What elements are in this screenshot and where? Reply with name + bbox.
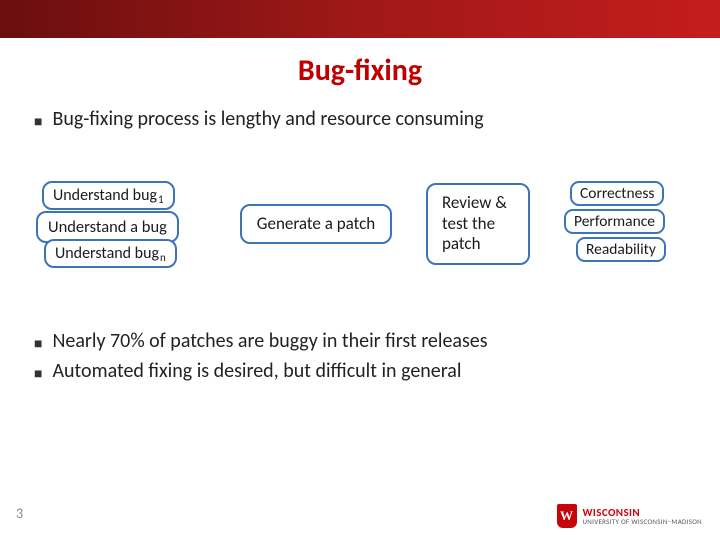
bullet-icon: ■: [34, 335, 42, 352]
bullet-bottom-1: ■ Nearly 70% of patches are buggy in the…: [34, 329, 686, 353]
shield-icon: W: [557, 504, 577, 528]
content-area: ■ Bug-fixing process is lengthy and reso…: [0, 107, 720, 267]
criteria-stack: Correctness Performance Readability: [564, 181, 684, 267]
criteria-readability: Readability: [576, 237, 666, 262]
bullet-text: Nearly 70% of patches are buggy in their…: [52, 329, 487, 353]
understand-bug-first: Understand bug1: [42, 181, 175, 210]
wisconsin-logo: W WISCONSIN UNIVERSITY OF WISCONSIN–MADI…: [557, 504, 702, 528]
bullet-text: Automated fixing is desired, but difficu…: [52, 359, 461, 383]
bullet-bottom-2: ■ Automated fixing is desired, but diffi…: [34, 359, 686, 383]
criteria-correctness: Correctness: [570, 181, 664, 206]
bullet-top-1: ■ Bug-fixing process is lengthy and reso…: [34, 107, 686, 131]
understand-stack: Understand bug1 Understand a bug Underst…: [36, 181, 206, 267]
criteria-performance: Performance: [564, 209, 665, 234]
header-bar: [0, 0, 720, 38]
logo-subtitle: UNIVERSITY OF WISCONSIN–MADISON: [583, 518, 702, 525]
lower-bullets: ■ Nearly 70% of patches are buggy in the…: [0, 329, 720, 383]
review-test-box: Review & test the patch: [426, 183, 530, 264]
logo-text: WISCONSIN UNIVERSITY OF WISCONSIN–MADISO…: [583, 507, 702, 525]
generate-patch-box: Generate a patch: [240, 204, 392, 244]
bullet-icon: ■: [34, 365, 42, 382]
slide-title: Bug-fixing: [0, 52, 720, 89]
page-number: 3: [16, 505, 23, 522]
process-diagram: Understand bug1 Understand a bug Underst…: [34, 181, 686, 267]
bullet-icon: ■: [34, 113, 42, 130]
understand-bug-last: Understand bugn: [44, 239, 177, 268]
bullet-text: Bug-fixing process is lengthy and resour…: [52, 107, 483, 131]
